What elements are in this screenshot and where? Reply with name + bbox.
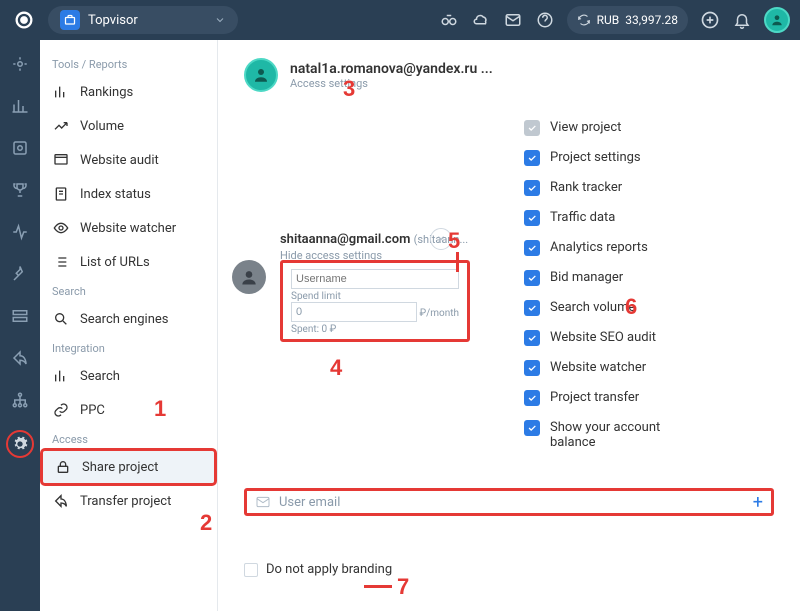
user-avatar-icon xyxy=(232,260,266,294)
add-user-email-input[interactable]: User email + xyxy=(244,488,774,516)
checkbox-empty-icon[interactable] xyxy=(244,563,258,577)
checkbox-locked-icon xyxy=(524,120,540,136)
sidebar-item-integration-search[interactable]: Search xyxy=(40,359,217,393)
pulse-icon[interactable] xyxy=(8,220,32,244)
refresh-icon xyxy=(577,13,591,27)
page-subtitle: Access settings xyxy=(290,77,493,90)
branding-label: Do not apply branding xyxy=(266,562,392,577)
sidebar-item-website-audit[interactable]: Website audit xyxy=(40,143,217,177)
user-avatar[interactable] xyxy=(764,7,790,33)
sidebar-item-transfer-project[interactable]: Transfer project xyxy=(40,484,217,518)
remove-user-button[interactable] xyxy=(430,228,452,250)
owner-avatar-icon xyxy=(244,58,278,92)
sidebar-section-tools: Tools / Reports xyxy=(40,52,217,75)
cloud-icon[interactable] xyxy=(471,10,491,30)
permission-analytics-reports[interactable]: Analytics reports xyxy=(524,240,774,256)
trend-icon xyxy=(52,117,70,135)
layers-icon[interactable] xyxy=(8,304,32,328)
topbar: Topvisor RUB 33,997.28 xyxy=(0,0,800,40)
main-content: natal1a.romanova@yandex.ru ... Access se… xyxy=(218,40,800,611)
binoculars-icon[interactable] xyxy=(439,10,459,30)
sidebar-item-share-project[interactable]: Share project xyxy=(42,450,215,484)
username-input[interactable] xyxy=(291,269,459,289)
mail-icon[interactable] xyxy=(503,10,523,30)
sidebar-section-access: Access xyxy=(40,427,217,450)
checkbox-checked-icon xyxy=(524,360,540,376)
permission-website-seo-audit[interactable]: Website SEO audit xyxy=(524,330,774,346)
checkbox-checked-icon xyxy=(524,330,540,346)
checkbox-checked-icon xyxy=(524,300,540,316)
sidebar-item-list-urls[interactable]: List of URLs xyxy=(40,245,217,279)
scope-icon[interactable] xyxy=(8,136,32,160)
bar-chart-icon xyxy=(52,367,70,385)
sidebar: Tools / Reports Rankings Volume Website … xyxy=(40,40,218,611)
permission-website-watcher[interactable]: Website watcher xyxy=(524,360,774,376)
bar-chart-icon xyxy=(52,83,70,101)
checkbox-checked-icon xyxy=(524,420,540,436)
sidebar-item-website-watcher[interactable]: Website watcher xyxy=(40,211,217,245)
sidebar-item-index-status[interactable]: Index status xyxy=(40,177,217,211)
list-icon xyxy=(52,253,70,271)
app-logo-icon[interactable] xyxy=(10,6,38,34)
bell-icon[interactable] xyxy=(732,10,752,30)
bar-chart-icon[interactable] xyxy=(8,94,32,118)
transfer-icon xyxy=(52,492,70,510)
icon-rail xyxy=(0,40,40,611)
checkbox-checked-icon xyxy=(524,240,540,256)
checkbox-checked-icon xyxy=(524,390,540,406)
browser-icon xyxy=(52,151,70,169)
project-name: Topvisor xyxy=(88,13,206,28)
pin-icon[interactable] xyxy=(8,262,32,286)
permissions-list: View project Project settings Rank track… xyxy=(524,120,774,450)
permission-traffic-data[interactable]: Traffic data xyxy=(524,210,774,226)
spent-label: Spent: 0 ₽ xyxy=(291,324,459,335)
eye-icon xyxy=(52,219,70,237)
sidebar-item-search-engines[interactable]: Search engines xyxy=(40,302,217,336)
target-icon[interactable] xyxy=(8,52,32,76)
chevron-down-icon xyxy=(214,14,226,26)
email-placeholder: User email xyxy=(279,495,745,510)
lock-icon xyxy=(54,458,72,476)
permission-search-volume[interactable]: Search volume xyxy=(524,300,774,316)
sidebar-section-search: Search xyxy=(40,279,217,302)
permission-project-transfer[interactable]: Project transfer xyxy=(524,390,774,406)
checkbox-checked-icon xyxy=(524,150,540,166)
add-user-button[interactable]: + xyxy=(753,492,763,513)
help-icon[interactable] xyxy=(535,10,555,30)
checkbox-checked-icon xyxy=(524,210,540,226)
permission-project-settings[interactable]: Project settings xyxy=(524,150,774,166)
sidebar-item-ppc[interactable]: PPC xyxy=(40,393,217,427)
permission-rank-tracker[interactable]: Rank tracker xyxy=(524,180,774,196)
spend-limit-input[interactable] xyxy=(291,302,417,322)
search-icon xyxy=(52,310,70,328)
checkbox-checked-icon xyxy=(524,180,540,196)
page-icon xyxy=(52,185,70,203)
sidebar-section-integration: Integration xyxy=(40,336,217,359)
page-header: natal1a.romanova@yandex.ru ... Access se… xyxy=(244,58,774,92)
balance-amount: 33,997.28 xyxy=(625,13,678,27)
share-icon[interactable] xyxy=(8,346,32,370)
settings-gear-icon[interactable] xyxy=(6,430,34,458)
tree-icon[interactable] xyxy=(8,388,32,412)
briefcase-icon xyxy=(60,10,80,30)
permission-view-project[interactable]: View project xyxy=(524,120,774,136)
balance-pill[interactable]: RUB 33,997.28 xyxy=(567,6,688,34)
plus-circle-icon[interactable] xyxy=(700,10,720,30)
balance-currency: RUB xyxy=(597,13,620,27)
owner-email: natal1a.romanova@yandex.ru ... xyxy=(290,61,493,77)
project-selector[interactable]: Topvisor xyxy=(48,6,238,34)
mail-icon xyxy=(255,494,271,510)
link-icon xyxy=(52,401,70,419)
checkbox-checked-icon xyxy=(524,270,540,286)
permission-show-balance[interactable]: Show your account balance xyxy=(524,420,774,450)
sidebar-item-rankings[interactable]: Rankings xyxy=(40,75,217,109)
permission-bid-manager[interactable]: Bid manager xyxy=(524,270,774,286)
user-settings-box: Spend limit ₽/month Spent: 0 ₽ xyxy=(280,260,470,342)
trophy-icon[interactable] xyxy=(8,178,32,202)
sidebar-item-volume[interactable]: Volume xyxy=(40,109,217,143)
branding-checkbox-row[interactable]: Do not apply branding xyxy=(244,562,774,577)
per-month-label: ₽/month xyxy=(419,308,459,319)
user-email: shitaanna@gmail.com xyxy=(280,232,410,247)
spend-limit-label: Spend limit xyxy=(291,291,459,302)
